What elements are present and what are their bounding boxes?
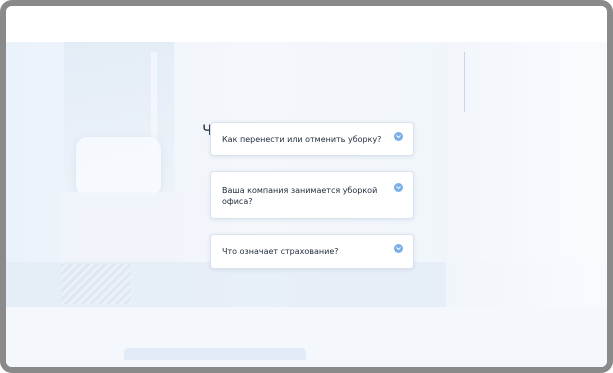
background-pillow — [76, 137, 161, 197]
faq-question: Что означает страхование? — [222, 247, 339, 256]
chevron-down-icon[interactable] — [394, 132, 403, 141]
header-bar — [6, 6, 607, 42]
faq-item[interactable]: Как перенести или отменить уборку? — [210, 122, 414, 156]
faq-item[interactable]: Ваша компания занимается уборкой офиса? — [210, 171, 414, 219]
chevron-down-icon[interactable] — [394, 183, 403, 192]
chevron-down-icon[interactable] — [394, 244, 403, 253]
background-bed — [61, 192, 211, 262]
next-section — [6, 307, 607, 367]
background-door-handle — [464, 52, 465, 112]
browser-frame: Часто задаваемые вопросы Как перенести и… — [0, 0, 613, 373]
faq-question: Как перенести или отменить уборку? — [222, 135, 382, 144]
faq-item[interactable]: Что означает страхование? — [210, 234, 414, 269]
faq-section: Часто задаваемые вопросы Как перенести и… — [6, 42, 607, 307]
faq-question: Ваша компания занимается уборкой офиса? — [222, 186, 378, 206]
background-door — [446, 42, 607, 307]
background-rug — [61, 264, 131, 304]
next-section-tab — [124, 348, 306, 360]
